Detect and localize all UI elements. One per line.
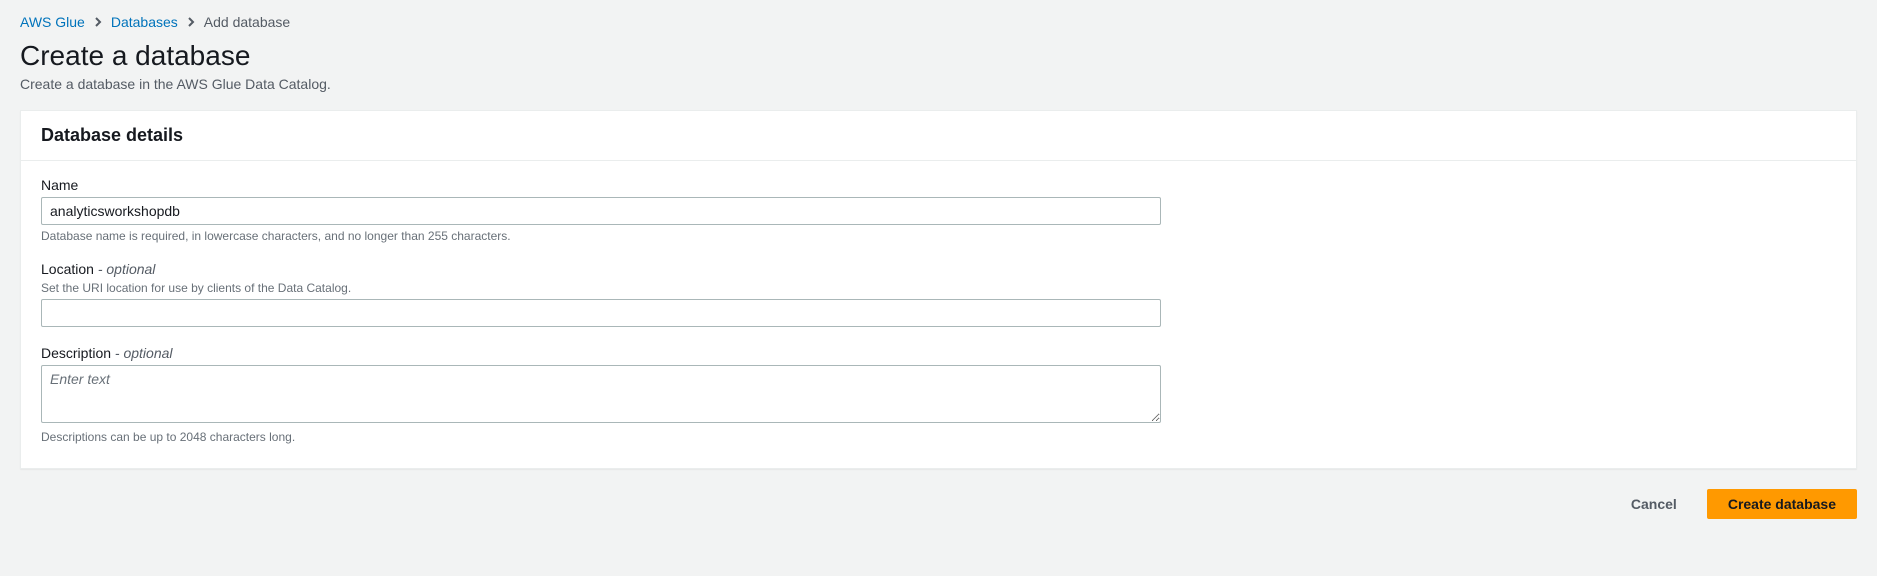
database-details-panel: Database details Name Database name is r… xyxy=(20,110,1857,469)
location-hint: Set the URI location for use by clients … xyxy=(41,281,1161,295)
page-subtitle: Create a database in the AWS Glue Data C… xyxy=(20,76,1857,92)
chevron-right-icon xyxy=(93,17,103,27)
name-input[interactable] xyxy=(41,197,1161,225)
location-optional: - optional xyxy=(98,261,156,277)
name-label: Name xyxy=(41,177,1161,193)
chevron-right-icon xyxy=(186,17,196,27)
breadcrumb-current: Add database xyxy=(204,14,290,30)
description-optional: - optional xyxy=(115,345,173,361)
panel-title: Database details xyxy=(41,125,1836,146)
footer-actions: Cancel Create database xyxy=(20,469,1857,529)
breadcrumb-link-aws-glue[interactable]: AWS Glue xyxy=(20,14,85,30)
description-label-text: Description xyxy=(41,345,111,361)
description-textarea[interactable] xyxy=(41,365,1161,423)
description-label: Description - optional xyxy=(41,345,1161,361)
panel-header: Database details xyxy=(21,111,1856,161)
breadcrumb: AWS Glue Databases Add database xyxy=(20,14,1857,30)
cancel-button[interactable]: Cancel xyxy=(1611,489,1697,519)
name-hint: Database name is required, in lowercase … xyxy=(41,229,1161,243)
location-label: Location - optional xyxy=(41,261,1161,277)
create-database-button[interactable]: Create database xyxy=(1707,489,1857,519)
form-group-description: Description - optional Descriptions can … xyxy=(41,345,1161,444)
form-group-name: Name Database name is required, in lower… xyxy=(41,177,1161,243)
page-title: Create a database xyxy=(20,40,1857,72)
description-hint: Descriptions can be up to 2048 character… xyxy=(41,430,1161,444)
location-label-text: Location xyxy=(41,261,94,277)
form-group-location: Location - optional Set the URI location… xyxy=(41,261,1161,327)
location-input[interactable] xyxy=(41,299,1161,327)
breadcrumb-link-databases[interactable]: Databases xyxy=(111,14,178,30)
